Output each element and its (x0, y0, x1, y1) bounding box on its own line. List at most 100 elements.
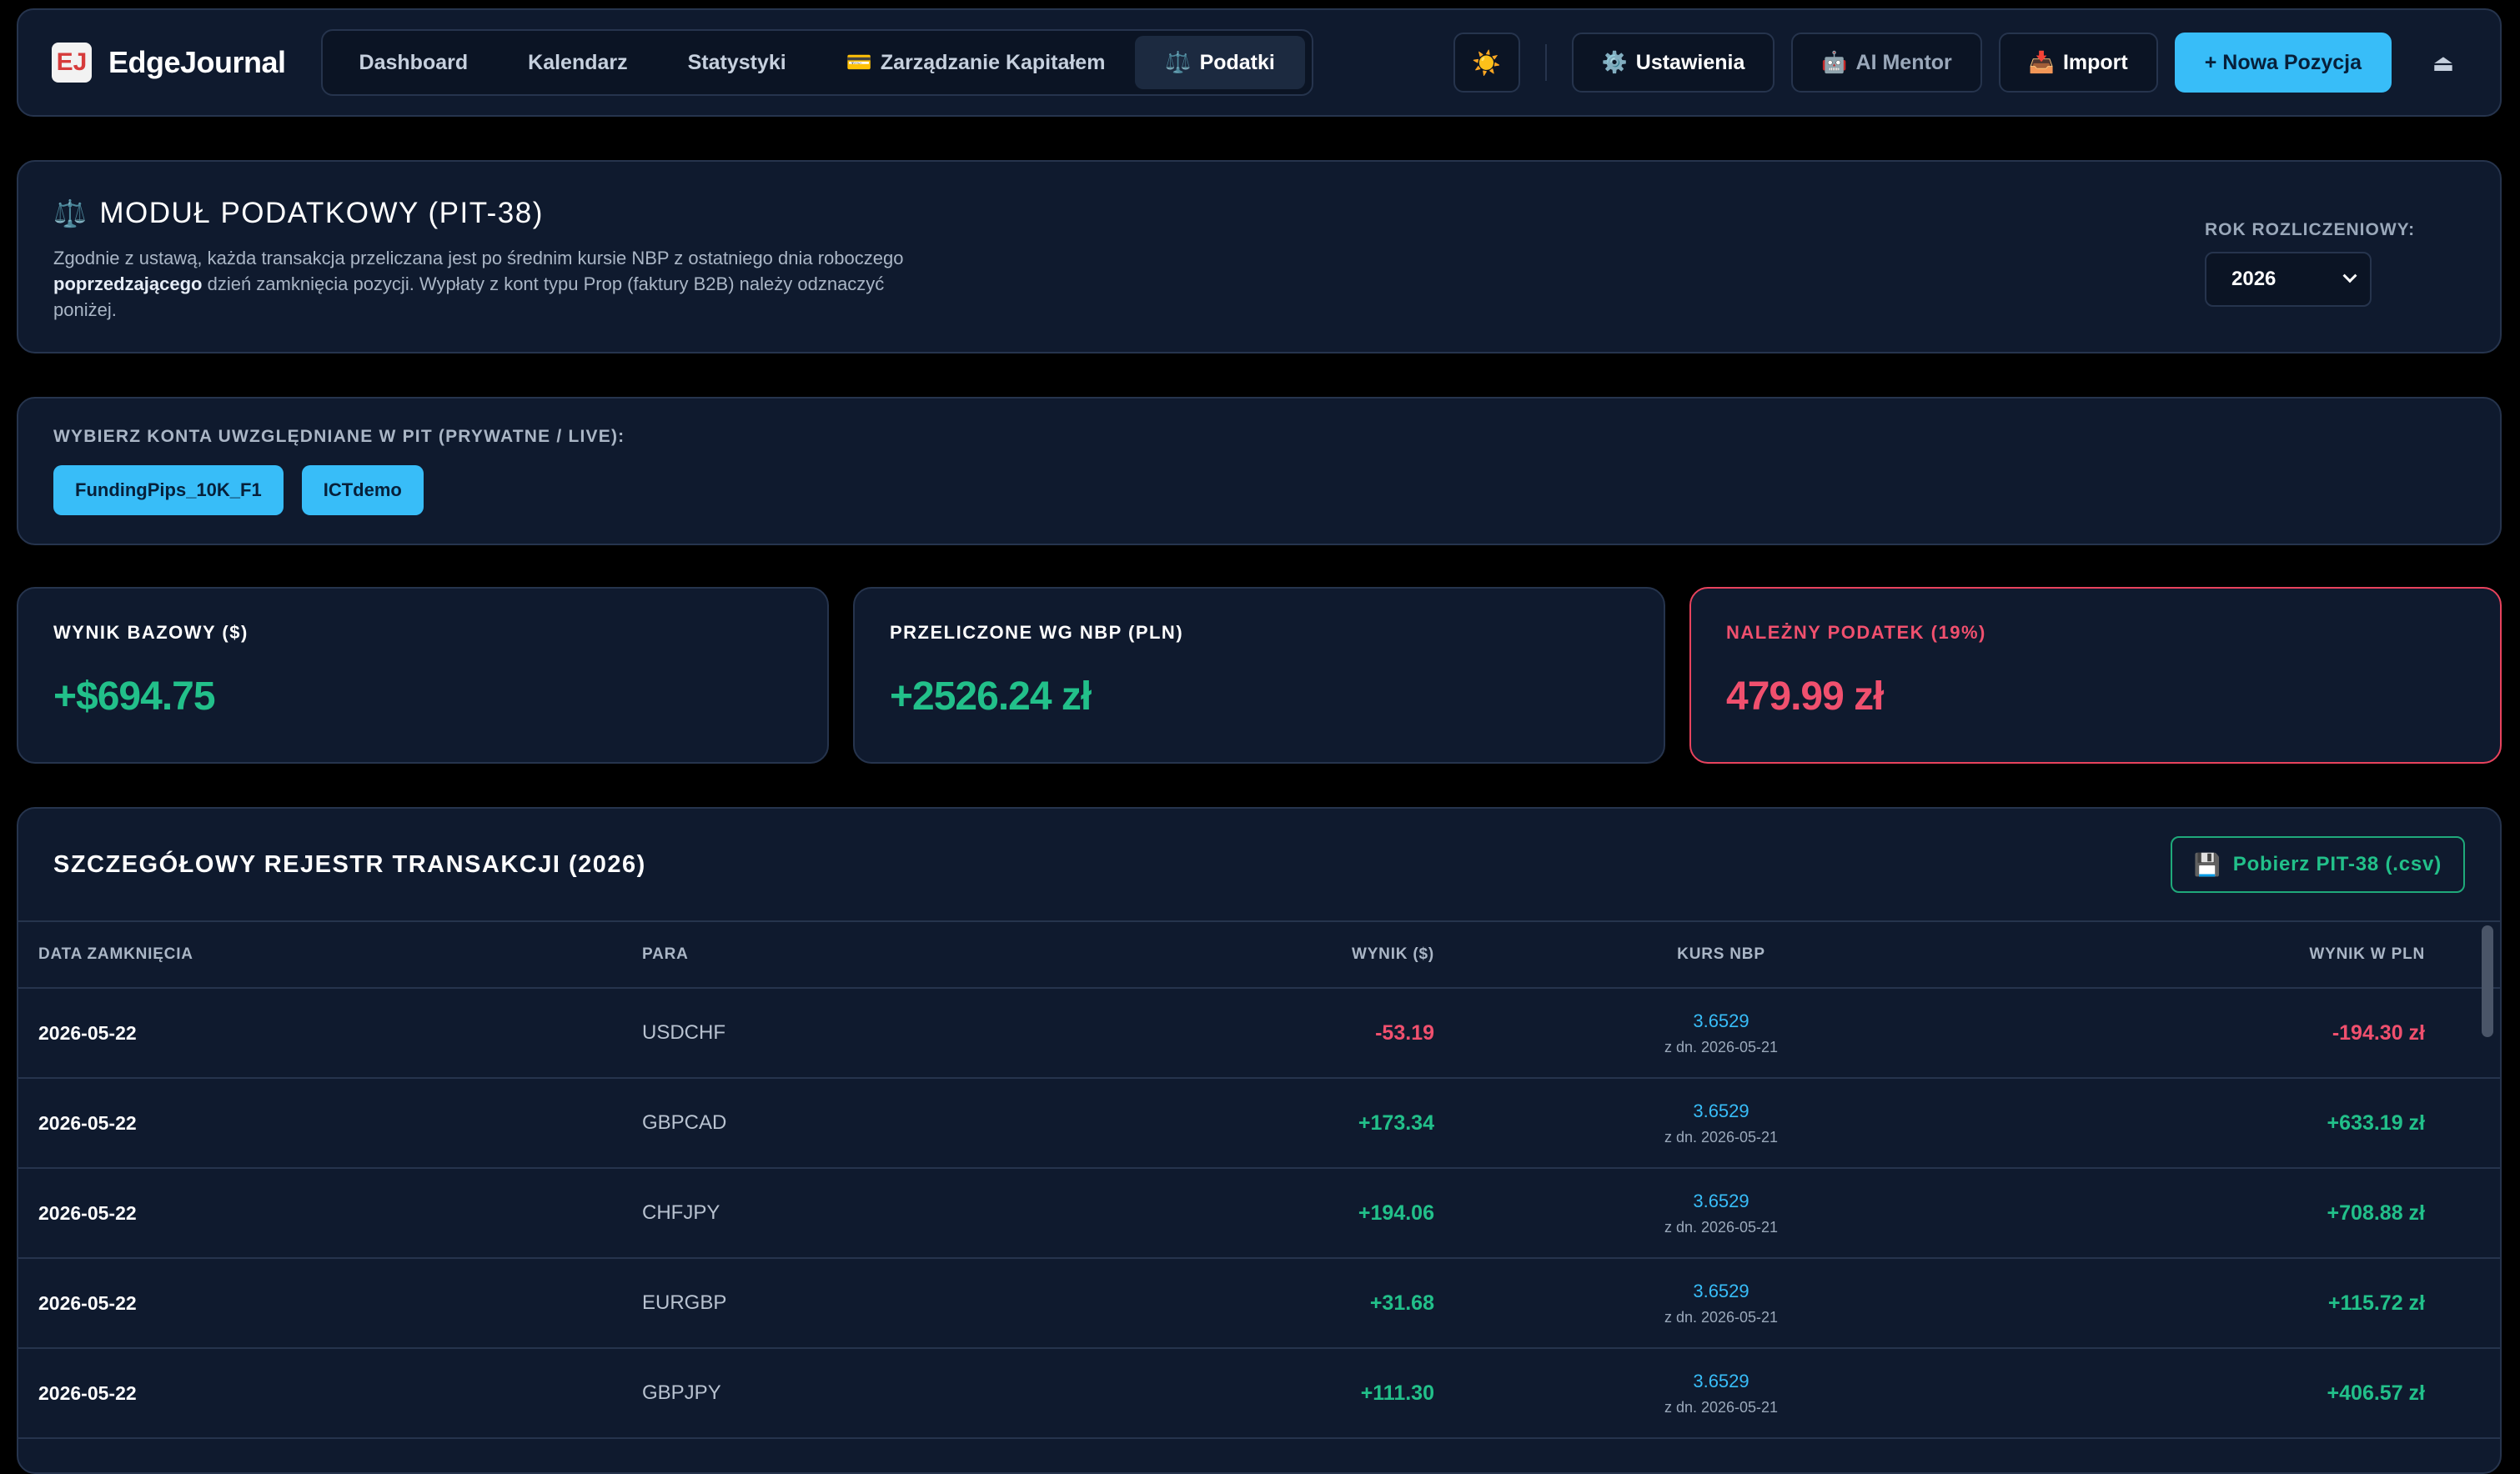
rate-date: z dn. 2026-05-21 (1664, 1398, 1779, 1416)
settings-button[interactable]: ⚙️ Ustawienia (1571, 33, 1775, 93)
table-scrollbar[interactable] (2480, 922, 2497, 1456)
tab-statystyki[interactable]: Statystyki (658, 36, 816, 89)
account-chip[interactable]: FundingPips_10K_F1 (53, 465, 284, 515)
close-date: 2026-05-22 (38, 1291, 137, 1314)
result-usd: -53.19 (1375, 1020, 1434, 1045)
account-chips: FundingPips_10K_F1 ICTdemo (53, 465, 2465, 515)
gear-icon: ⚙️ (1601, 50, 1628, 74)
close-date: 2026-05-22 (38, 1021, 137, 1044)
stat-label: WYNIK BAZOWY ($) (53, 622, 248, 643)
pair: USDCHF (642, 1021, 725, 1044)
result-usd: +111.30 (1360, 1381, 1434, 1405)
accounts-label: WYBIERZ KONTA UWZGLĘDNIANE W PIT (PRYWAT… (53, 427, 625, 446)
table-row: 2026-05-22 EURGBP +31.68 3.6529 z dn. 20… (18, 1259, 2500, 1349)
brand-name: EdgeJournal (108, 45, 286, 79)
pair: EURGBP (642, 1291, 727, 1314)
result-usd: +173.34 (1358, 1111, 1434, 1135)
result-usd: +31.68 (1369, 1291, 1434, 1315)
column-header[interactable]: DATA ZAMKNIĘCIA (18, 945, 642, 964)
tab-kalendarz[interactable]: Kalendarz (498, 36, 657, 89)
logout-icon[interactable]: ⏏ (2420, 39, 2467, 86)
stat-value: 479.99 zł (1726, 674, 1884, 719)
rate-value: 3.6529 (1693, 1370, 1749, 1391)
tab-statystyki-label: Statystyki (687, 50, 786, 74)
rate-value: 3.6529 (1693, 1190, 1749, 1211)
rate-date: z dn. 2026-05-21 (1664, 1128, 1779, 1146)
column-header[interactable]: KURS NBP (1434, 945, 2008, 964)
table-row: 2026-05-22 USDCHF -53.19 3.6529 z dn. 20… (18, 989, 2500, 1079)
nbp-rate: 3.6529 z dn. 2026-05-21 (1434, 1100, 2008, 1146)
stat-value: +2526.24 zł (890, 674, 1092, 719)
download-pit38-button[interactable]: 💾 Pobierz PIT-38 (.csv) (2170, 836, 2465, 893)
tax-module-title-text: MODUŁ PODATKOWY (PIT-38) (99, 197, 544, 229)
accounts-panel: WYBIERZ KONTA UWZGLĘDNIANE W PIT (PRYWAT… (17, 397, 2502, 545)
close-date: 2026-05-22 (38, 1111, 137, 1134)
theme-toggle-button[interactable]: ☀️ (1453, 33, 1520, 93)
scrollbar-thumb[interactable] (2482, 925, 2493, 1037)
nav-actions: ☀️ ⚙️ Ustawienia 🤖 AI Mentor 📥 Import + … (1453, 33, 2467, 93)
tab-zarzadzanie-kapitalem[interactable]: 💳 Zarządzanie Kapitałem (816, 36, 1136, 89)
rate-value: 3.6529 (1693, 1010, 1749, 1031)
register-title: SZCZEGÓŁOWY REJESTR TRANSAKCJI (2026) (53, 850, 646, 878)
tax-module-title: ⚖️ MODUŁ PODATKOWY (PIT-38) (53, 197, 2465, 230)
top-navbar: EJ EdgeJournal Dashboard Kalendarz Staty… (17, 8, 2502, 117)
column-header[interactable]: WYNIK ($) (1059, 945, 1434, 964)
floppy-disk-icon: 💾 (2193, 851, 2221, 877)
nbp-rate: 3.6529 z dn. 2026-05-21 (1434, 1010, 2008, 1056)
new-position-button[interactable]: + Nowa Pozycja (2174, 33, 2392, 93)
table-row: 2026-05-22 GBPCAD +173.34 3.6529 z dn. 2… (18, 1079, 2500, 1169)
sun-icon: ☀️ (1472, 49, 1502, 76)
brand[interactable]: EJ EdgeJournal (52, 43, 286, 83)
tax-module-header: ⚖️ MODUŁ PODATKOWY (PIT-38) Zgodnie z us… (17, 160, 2502, 353)
nbp-rate: 3.6529 z dn. 2026-05-21 (1434, 1191, 2008, 1236)
stat-label: NALEŻNY PODATEK (19%) (1726, 622, 1986, 643)
result-pln: +633.19 zł (2327, 1111, 2425, 1135)
rate-value: 3.6529 (1693, 1280, 1749, 1301)
ai-mentor-button[interactable]: 🤖 AI Mentor (1791, 33, 1982, 93)
pair: GBPJPY (642, 1381, 721, 1404)
stat-card-base-result: WYNIK BAZOWY ($) +$694.75 (17, 587, 829, 764)
rate-value: 3.6529 (1693, 1100, 1749, 1121)
year-select[interactable]: 2026 (2205, 252, 2372, 307)
settings-label: Ustawienia (1635, 50, 1745, 74)
tab-podatki[interactable]: ⚖️ Podatki (1135, 36, 1305, 89)
table-header-row: DATA ZAMKNIĘCIA PARA WYNIK ($) KURS NBP … (18, 922, 2500, 989)
stat-value: +$694.75 (53, 674, 216, 719)
stat-label: PRZELICZONE WG NBP (PLN) (890, 622, 1184, 643)
year-value: 2026 (2231, 268, 2277, 290)
ai-mentor-label: AI Mentor (1855, 50, 1952, 74)
description-text: Zgodnie z ustawą, każda transakcja przel… (53, 248, 904, 268)
tab-kalendarz-label: Kalendarz (528, 50, 628, 74)
result-pln: +115.72 zł (2327, 1291, 2425, 1315)
result-pln: +406.57 zł (2327, 1381, 2425, 1405)
import-button[interactable]: 📥 Import (1998, 33, 2158, 93)
year-label: ROK ROZLICZENIOWY: (2205, 220, 2416, 239)
register-header: SZCZEGÓŁOWY REJESTR TRANSAKCJI (2026) 💾 … (18, 809, 2500, 922)
account-chip[interactable]: ICTdemo (301, 465, 424, 515)
tab-dashboard-label: Dashboard (359, 50, 469, 74)
stat-card-tax-due: NALEŻNY PODATEK (19%) 479.99 zł (1689, 587, 2502, 764)
column-header[interactable]: PARA (642, 945, 1059, 964)
rate-date: z dn. 2026-05-21 (1664, 1218, 1779, 1236)
pair: GBPCAD (642, 1111, 727, 1134)
rate-date: z dn. 2026-05-21 (1664, 1308, 1779, 1326)
tax-module-description: Zgodnie z ustawą, każda transakcja przel… (53, 245, 904, 323)
column-header[interactable]: WYNIK W PLN (2008, 945, 2450, 964)
credit-card-icon: 💳 (846, 50, 872, 74)
result-pln: +708.88 zł (2327, 1201, 2425, 1225)
close-date: 2026-05-22 (38, 1381, 137, 1404)
description-bold: poprzedzającego (53, 273, 203, 294)
table-row: 2026-05-22 CHFJPY +194.06 3.6529 z dn. 2… (18, 1169, 2500, 1259)
download-label: Pobierz PIT-38 (.csv) (2232, 853, 2442, 875)
rate-date: z dn. 2026-05-21 (1664, 1038, 1779, 1055)
scale-icon: ⚖️ (53, 198, 88, 228)
tab-dashboard[interactable]: Dashboard (329, 36, 499, 89)
robot-icon: 🤖 (1821, 50, 1848, 74)
inbox-tray-icon: 📥 (2028, 50, 2055, 74)
nbp-rate: 3.6529 z dn. 2026-05-21 (1434, 1371, 2008, 1416)
scale-icon: ⚖️ (1165, 50, 1192, 74)
table-row: 2026-05-22 GBPJPY +111.30 3.6529 z dn. 2… (18, 1349, 2500, 1439)
tab-zarzadzanie-kapitalem-label: Zarządzanie Kapitałem (880, 50, 1106, 74)
import-label: Import (2062, 50, 2128, 74)
nbp-rate: 3.6529 z dn. 2026-05-21 (1434, 1281, 2008, 1326)
